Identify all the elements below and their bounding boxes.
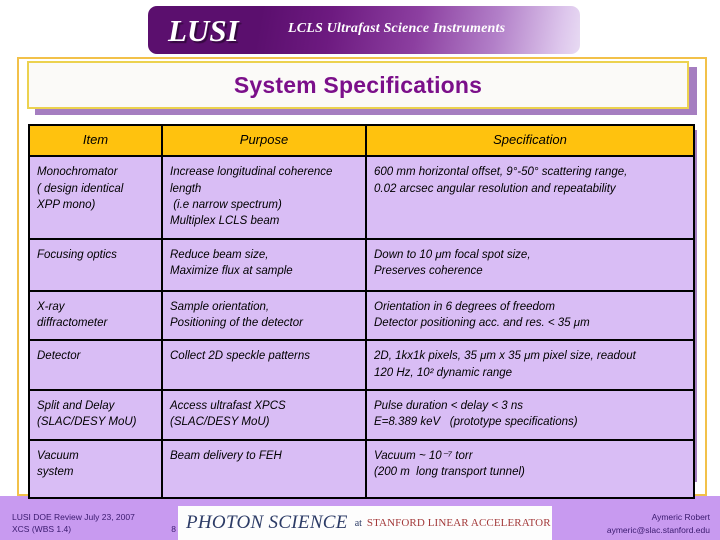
frame-border-left: [17, 57, 19, 496]
cell-specification: Pulse duration < delay < 3 ns E=8.389 ke…: [365, 389, 695, 441]
frame-border-right: [705, 57, 707, 496]
cell-item: Focusing optics: [28, 237, 163, 292]
photon-science-at-text: at: [354, 517, 362, 529]
slide-root: LUSI LCLS Ultrafast Science Instruments …: [0, 0, 720, 540]
footer-wbs-line: XCS (WBS 1.4) 8: [12, 523, 182, 535]
cell-specification: Orientation in 6 degrees of freedom Dete…: [365, 289, 695, 342]
column-header-purpose: Purpose: [161, 123, 367, 158]
cell-purpose: Collect 2D speckle patterns: [161, 339, 367, 392]
lusi-logo-text: LUSI: [168, 13, 239, 48]
cell-specification: 600 mm horizontal offset, 9°-50° scatter…: [365, 155, 695, 240]
cell-purpose: Reduce beam size, Maximize flux at sampl…: [161, 237, 367, 292]
column-header-specification: Specification: [365, 123, 695, 158]
footer-right: Aymeric Robert aymeric@slac.stanford.edu: [607, 511, 710, 537]
footer-left: LUSI DOE Review July 23, 2007 XCS (WBS 1…: [12, 511, 182, 536]
author-email[interactable]: aymeric@slac.stanford.edu: [607, 524, 710, 537]
table-header-row: Item Purpose Specification: [28, 123, 695, 158]
cell-purpose: Sample orientation, Positioning of the d…: [161, 289, 367, 342]
footer-review-text: LUSI DOE Review July 23, 2007: [12, 512, 135, 522]
cell-item: Detector: [28, 339, 163, 392]
table-row: Focusing optics Reduce beam size, Maximi…: [28, 237, 695, 292]
table-row: Monochromator ( design identical XPP mon…: [28, 155, 695, 240]
table-body: Monochromator ( design identical XPP mon…: [28, 155, 695, 499]
table-row: Vacuum system Beam delivery to FEH Vacuu…: [28, 438, 695, 499]
lusi-subtitle: LCLS Ultrafast Science Instruments: [288, 21, 506, 36]
cell-item: Monochromator ( design identical XPP mon…: [28, 155, 163, 240]
cell-purpose: Beam delivery to FEH: [161, 438, 367, 499]
title-box: System Specifications: [27, 61, 689, 109]
page-title: System Specifications: [233, 72, 483, 98]
cell-specification: 2D, 1kx1k pixels, 35 μm x 35 μm pixel si…: [365, 339, 695, 392]
table-row: X-ray diffractometer Sample orientation,…: [28, 289, 695, 342]
photon-science-wordmark: PHOTON SCIENCE: [186, 512, 348, 533]
footer-wbs-text: XCS (WBS 1.4): [12, 524, 72, 535]
table-row: Split and Delay (SLAC/DESY MoU) Access u…: [28, 389, 695, 441]
table-header: Item Purpose Specification: [28, 123, 695, 158]
column-header-item: Item: [28, 123, 163, 158]
cell-item: Vacuum system: [28, 438, 163, 499]
cell-item: X-ray diffractometer: [28, 289, 163, 342]
cell-specification: Vacuum ~ 10⁻⁷ torr (200 m long transport…: [365, 438, 695, 499]
cell-item: Split and Delay (SLAC/DESY MoU): [28, 389, 163, 441]
specifications-table: Item Purpose Specification Monochromator…: [28, 123, 695, 499]
cell-purpose: Access ultrafast XPCS (SLAC/DESY MoU): [161, 389, 367, 441]
lusi-banner: LUSI LCLS Ultrafast Science Instruments: [148, 6, 580, 54]
author-name: Aymeric Robert: [651, 512, 710, 522]
slac-wordmark: STANFORD LINEAR ACCELERATOR CENTER: [366, 517, 552, 529]
photon-science-logo: PHOTON SCIENCE at STANFORD LINEAR ACCELE…: [178, 506, 552, 540]
cell-purpose: Increase longitudinal coherence length (…: [161, 155, 367, 240]
frame-border-top: [17, 57, 707, 59]
table-row: Detector Collect 2D speckle patterns 2D,…: [28, 339, 695, 392]
footer-review-line: LUSI DOE Review July 23, 2007: [12, 511, 182, 523]
cell-specification: Down to 10 μm focal spot size, Preserves…: [365, 237, 695, 292]
